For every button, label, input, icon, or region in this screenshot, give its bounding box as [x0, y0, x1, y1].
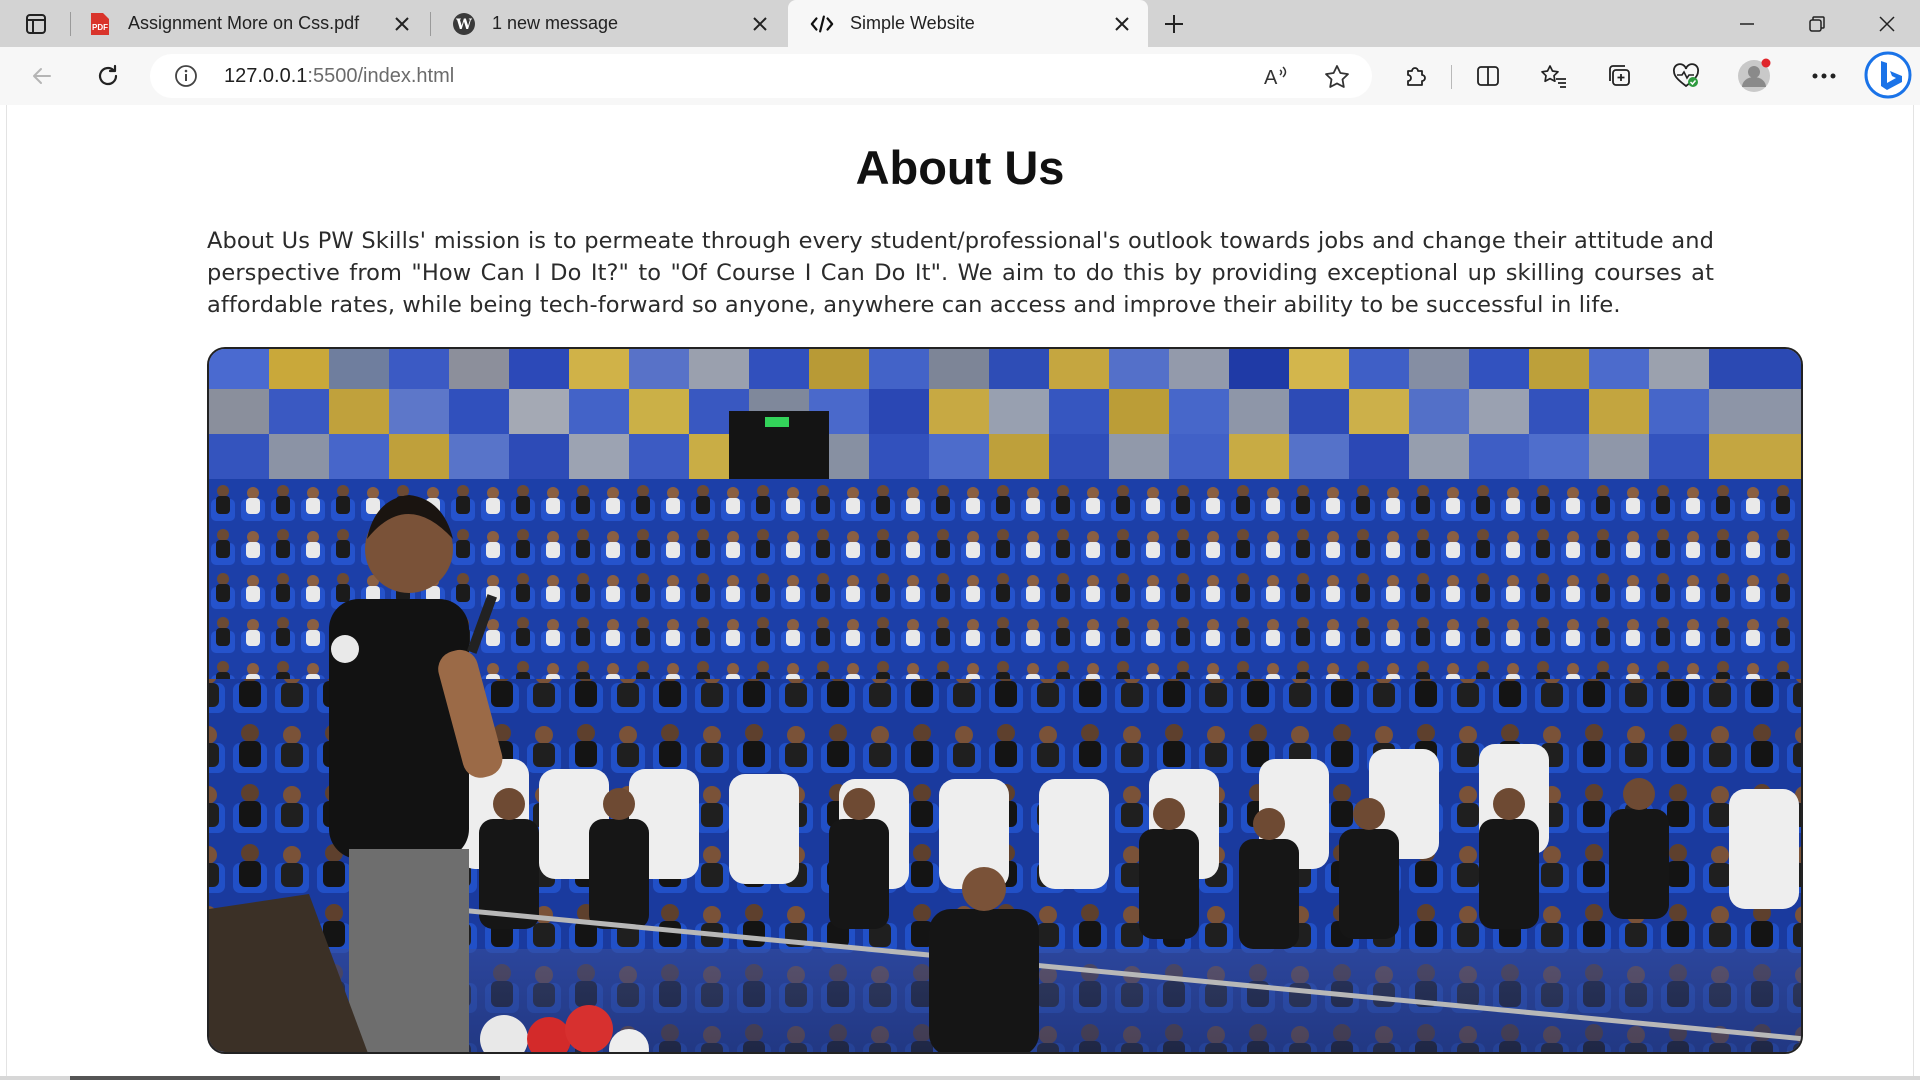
close-icon: [1115, 16, 1129, 31]
page-title: About Us: [855, 141, 1065, 194]
browser-essentials-button[interactable]: [1666, 56, 1706, 96]
svg-text:PDF: PDF: [92, 23, 108, 32]
avatar-icon: [1738, 58, 1771, 92]
tab-close-button[interactable]: [742, 6, 778, 42]
url-path: :5500/index.html: [307, 65, 455, 87]
settings-more-button[interactable]: [1804, 56, 1844, 96]
code-icon: [810, 12, 834, 36]
sidebar-layout-icon: [26, 13, 46, 34]
bottom-edge-segment: [70, 1076, 500, 1080]
svg-text:A: A: [1264, 67, 1278, 88]
tab-simple-website[interactable]: Simple Website: [788, 0, 1148, 47]
collections-icon: [1609, 65, 1630, 86]
wordpress-icon: W: [452, 12, 476, 36]
close-window-button[interactable]: [1864, 0, 1910, 47]
favorite-star-icon[interactable]: [1324, 64, 1350, 95]
split-screen-button[interactable]: [1468, 56, 1508, 96]
restore-icon: [1809, 15, 1825, 32]
close-icon: [395, 16, 409, 31]
auditorium-photo: [207, 347, 1803, 1054]
restore-button[interactable]: [1794, 0, 1840, 47]
site-info-icon[interactable]: [174, 64, 198, 93]
browser-toolbar: 127.0.0.1:5500/index.html A: [0, 47, 1920, 105]
close-icon: [1879, 15, 1895, 32]
address-bar[interactable]: 127.0.0.1:5500/index.html A: [150, 54, 1372, 98]
puzzle-icon: [1407, 67, 1426, 86]
tab-title: Simple Website: [850, 13, 975, 33]
bing-copilot-button[interactable]: [1864, 51, 1912, 99]
tab-pdf[interactable]: PDF Assignment More on Css.pdf: [66, 0, 428, 47]
minimize-button[interactable]: [1724, 0, 1770, 47]
url-text[interactable]: 127.0.0.1:5500/index.html: [224, 54, 454, 98]
heart-pulse-icon: [1673, 63, 1699, 88]
toolbar-divider: [1451, 65, 1452, 89]
back-button[interactable]: [22, 56, 62, 96]
minimize-icon: [1740, 22, 1754, 25]
more-dots-icon: [1812, 73, 1836, 79]
svg-text:W: W: [455, 17, 472, 33]
arrow-left-icon: [33, 68, 51, 84]
read-aloud-icon[interactable]: A: [1262, 64, 1290, 93]
pdf-icon: PDF: [88, 12, 112, 36]
tab-actions-menu-button[interactable]: [14, 0, 58, 47]
tab-close-button[interactable]: [1104, 6, 1140, 42]
favorites-list-icon: [1541, 65, 1566, 88]
close-icon: [753, 16, 767, 31]
refresh-button[interactable]: [88, 56, 128, 96]
tab-messages[interactable]: W 1 new message: [430, 0, 786, 47]
tab-close-button[interactable]: [384, 6, 420, 42]
window-bottom-edge: [0, 1076, 1920, 1080]
profile-button[interactable]: [1734, 56, 1774, 96]
url-host: 127.0.0.1: [224, 65, 308, 87]
extensions-button[interactable]: [1396, 56, 1436, 96]
wall-panels: [209, 349, 1801, 479]
plus-icon: [1165, 14, 1183, 33]
refresh-icon: [98, 64, 118, 86]
tab-title: Assignment More on Css.pdf: [128, 13, 360, 33]
page-viewport: About Us About Us PW Skills' mission is …: [6, 105, 1914, 1076]
new-tab-button[interactable]: [1152, 0, 1196, 47]
collections-button[interactable]: [1600, 56, 1640, 96]
split-screen-icon: [1477, 66, 1499, 86]
bing-icon: [1864, 51, 1912, 99]
tab-title: 1 new message: [492, 13, 619, 33]
favorites-button[interactable]: [1534, 56, 1574, 96]
tab-strip: PDF Assignment More on Css.pdf W 1 new m…: [0, 0, 1920, 47]
about-paragraph: About Us PW Skills' mission is to permea…: [207, 228, 1714, 318]
